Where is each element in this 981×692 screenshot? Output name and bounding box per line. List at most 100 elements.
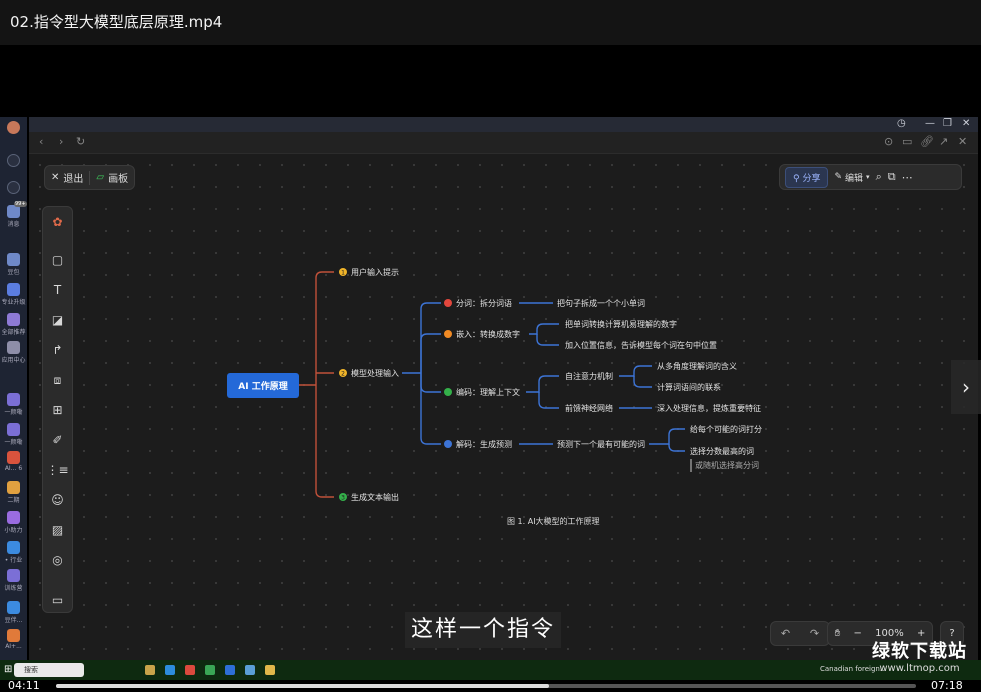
app-icon[interactable] bbox=[185, 665, 195, 675]
sidebar-item-5[interactable]: 专业升级 bbox=[1, 283, 26, 306]
redo-icon[interactable]: ↷ bbox=[810, 627, 819, 640]
os-taskbar: ⊞ 搜索 Canadian foreign... bbox=[0, 660, 981, 680]
undo-redo-group: ↶ ↷ bbox=[770, 621, 830, 646]
chat-icon bbox=[7, 393, 20, 406]
seek-bar[interactable] bbox=[56, 684, 916, 688]
sidebar-item-14[interactable]: 训练营 bbox=[2, 569, 25, 592]
sidebar-item-label: 消息 bbox=[7, 221, 20, 228]
sidebar-item-label: 二期 bbox=[7, 497, 20, 504]
detail-label: 预测下一个最有可能的词 bbox=[557, 439, 645, 449]
close-tab-icon[interactable]: ✕ bbox=[958, 135, 967, 148]
chat-icon bbox=[7, 601, 20, 614]
root-node-label: AI 工作原理 bbox=[238, 380, 287, 392]
sidebar-item-16[interactable]: AI+... bbox=[2, 629, 25, 650]
detail-label: 或随机选择高分词 bbox=[695, 460, 759, 470]
sidebar-item-11[interactable]: 二期 bbox=[2, 481, 25, 504]
whiteboard-canvas[interactable]: ✕ 退出 ▱ 画板 ⚲ 分享 ✎ 编辑 ▾ ⌕ ⧉ ⋯ ✿ ▢ T ◪ ↱ ⧈ … bbox=[29, 154, 978, 663]
detail-label: 计算词语间的联系 bbox=[657, 382, 721, 392]
app-icon[interactable] bbox=[245, 665, 255, 675]
minimize-icon[interactable]: — bbox=[925, 118, 935, 129]
connector-line bbox=[315, 385, 334, 498]
pin-icon[interactable]: ⊙ bbox=[884, 135, 893, 148]
start-icon[interactable]: ⊞ bbox=[4, 664, 12, 675]
avatar-icon bbox=[7, 121, 20, 134]
sidebar-item-0[interactable] bbox=[2, 121, 25, 134]
connector-line bbox=[649, 428, 685, 445]
sidebar-item-label: 一颜嘞 bbox=[4, 409, 23, 416]
connector-line bbox=[420, 373, 441, 393]
duration: 07:18 bbox=[931, 679, 963, 692]
browser-nav: ‹ › ↻ ⊙ ▭ 🔗︎ ↗ ✕ bbox=[29, 132, 978, 154]
knowledge-icon bbox=[7, 253, 20, 266]
diamond-icon bbox=[7, 283, 20, 296]
unread-badge: 99+ bbox=[14, 201, 27, 207]
taskbar-search[interactable]: 搜索 bbox=[14, 663, 84, 677]
maximize-icon[interactable]: ❐ bbox=[943, 118, 952, 129]
sidebar-item-label: 专业升级 bbox=[1, 299, 26, 306]
step-dot-icon bbox=[444, 388, 452, 396]
sidebar-item-label: 小助力 bbox=[4, 527, 23, 534]
forward-icon[interactable]: › bbox=[59, 135, 63, 148]
detail-label: 选择分数最高的词 bbox=[690, 446, 754, 456]
sidebar-item-3[interactable]: 消息 99+ bbox=[2, 201, 27, 228]
sidebar-item-8[interactable]: 一颜嘞 bbox=[2, 393, 25, 416]
app-icon[interactable] bbox=[225, 665, 235, 675]
recommend-icon bbox=[7, 313, 20, 326]
sidebar-item-10[interactable]: AI... 6 bbox=[2, 451, 25, 472]
window-icon[interactable]: ▭ bbox=[902, 135, 912, 148]
sidebar-item-6[interactable]: 全部推荐 bbox=[2, 313, 26, 336]
taskbar-apps bbox=[145, 665, 275, 675]
detail-label: 加入位置信息，告诉模型每个词在句中位置 bbox=[565, 340, 717, 350]
connector-line bbox=[526, 375, 559, 393]
video-frame[interactable]: 消息 99+ 豆包 专业升级 全部推荐 应用中心 一颜嘞 一颜嘞 AI... 6 二期 小助力 • 行… bbox=[0, 45, 981, 680]
connector-line bbox=[420, 333, 441, 373]
chat-icon bbox=[7, 423, 20, 436]
app-window: ◷ — ❐ ✕ ‹ › ↻ ⊙ ▭ 🔗︎ ↗ ✕ ✕ 退出 ▱ 画板 ⚲ 分享 … bbox=[29, 117, 978, 663]
open-external-icon[interactable]: ↗ bbox=[939, 135, 948, 148]
connector-line bbox=[633, 376, 652, 388]
link-icon[interactable]: 🔗︎ bbox=[920, 135, 934, 148]
branch-label: 生成文本输出 bbox=[351, 492, 399, 502]
sidebar-item-9[interactable]: 一颜嘞 bbox=[2, 423, 25, 446]
sidebar-item-2[interactable] bbox=[2, 181, 25, 194]
sidebar-item-12[interactable]: 小助力 bbox=[2, 511, 25, 534]
file-explorer-icon[interactable] bbox=[145, 665, 155, 675]
step-dot-icon bbox=[444, 330, 452, 338]
detail-label: 从多角度理解词的含义 bbox=[657, 361, 737, 371]
detail-label: 深入处理信息，提炼重要特征 bbox=[657, 403, 761, 413]
sidebar-item-7[interactable]: 应用中心 bbox=[2, 341, 26, 364]
app-icon[interactable] bbox=[265, 665, 275, 675]
hand-icon[interactable]: ✋︎ bbox=[835, 628, 841, 639]
detail-label: 自注意力机制 bbox=[565, 371, 613, 381]
next-video-button[interactable]: › bbox=[951, 360, 981, 414]
sidebar-item-1[interactable] bbox=[2, 154, 25, 167]
history-icon[interactable]: ◷ bbox=[897, 118, 906, 129]
back-icon[interactable]: ‹ bbox=[39, 135, 43, 148]
sidebar-item-label: 一颜嘞 bbox=[4, 439, 23, 446]
wechat-icon[interactable] bbox=[205, 665, 215, 675]
zoom-out-icon[interactable]: − bbox=[854, 628, 862, 639]
chat-icon bbox=[7, 569, 20, 582]
connector-line bbox=[538, 392, 559, 409]
undo-icon[interactable]: ↶ bbox=[781, 627, 790, 640]
browser-icon[interactable] bbox=[165, 665, 175, 675]
branch-label: 模型处理输入 bbox=[351, 368, 399, 378]
step-dot-icon bbox=[444, 299, 452, 307]
sidebar-item-4[interactable]: 豆包 bbox=[2, 253, 25, 276]
sidebar-item-label: 训练营 bbox=[4, 585, 23, 592]
branch-number: 2 bbox=[341, 371, 345, 378]
sidebar-item-15[interactable]: 豆伴... bbox=[2, 601, 25, 624]
plus-icon bbox=[7, 181, 20, 194]
chat-icon bbox=[7, 511, 20, 524]
detail-label: 把句子拆成一个个小单词 bbox=[557, 298, 645, 308]
branch-number: 3 bbox=[341, 495, 345, 502]
mindmap: AI 工作原理 1 用户输入提示 2 模型处理输入 3 生成文本输出 分词：拆分词语嵌入：转换… bbox=[227, 267, 762, 526]
step-dot-icon bbox=[444, 440, 452, 448]
connector-line bbox=[420, 302, 441, 373]
step-label: 解码：生成预测 bbox=[456, 439, 512, 449]
sidebar-item-13[interactable]: • 行业 bbox=[2, 541, 25, 564]
close-window-icon[interactable]: ✕ bbox=[962, 118, 970, 129]
refresh-icon[interactable]: ↻ bbox=[76, 135, 85, 148]
sidebar-item-label: 豆伴... bbox=[4, 617, 23, 624]
detail-label: 把单词转换计算机易理解的数字 bbox=[565, 319, 677, 329]
